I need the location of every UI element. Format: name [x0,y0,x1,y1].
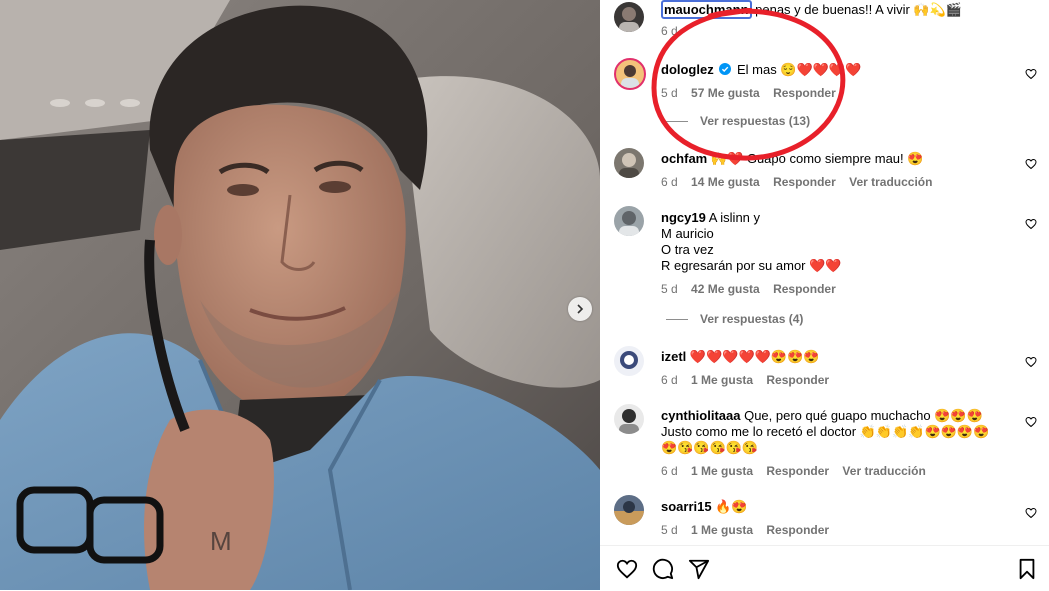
post-photo[interactable]: M [0,0,600,590]
avatar[interactable] [614,2,644,32]
comment-age: 5 d [661,282,678,296]
avatar[interactable] [614,346,644,376]
avatar[interactable] [614,206,644,236]
view-replies-label: Ver respuestas (13) [700,114,811,128]
comment-username[interactable]: izetl [661,349,686,364]
replies-line [666,318,688,320]
comment-text: ❤️❤️❤️❤️❤️😍😍😍 [689,349,820,364]
heart-icon[interactable] [1025,218,1037,230]
reply-button[interactable]: Responder [766,464,829,478]
svg-text:M: M [210,526,232,556]
reply-button[interactable]: Responder [773,282,836,296]
reply-button[interactable]: Responder [773,86,836,100]
comment-likes[interactable]: 1 Me gusta [691,373,753,387]
comment-likes[interactable]: 42 Me gusta [691,282,760,296]
avatar[interactable] [614,58,646,90]
comment-age: 5 d [661,523,678,537]
comment-age: 5 d [661,86,678,100]
chevron-right-icon [577,304,584,314]
verified-icon [719,63,732,75]
avatar[interactable] [614,148,644,178]
reply-button[interactable]: Responder [773,175,836,189]
heart-icon[interactable] [1025,158,1037,170]
comment-username[interactable]: ngcy19 [661,210,706,225]
avatar[interactable] [614,495,644,525]
reply-button[interactable]: Responder [766,373,829,387]
caption-text: penas y de buenas!! A vivir 🙌💫🎬 [755,2,962,17]
comment-username[interactable]: ochfam [661,151,707,166]
comment-age: 6 d [661,373,678,387]
comment-icon[interactable] [652,558,674,580]
caption-age: 6 d [661,24,678,38]
heart-icon[interactable] [1025,507,1037,519]
comment-likes[interactable]: 1 Me gusta [691,523,753,537]
translate-button[interactable]: Ver traducción [842,464,925,478]
comment-likes[interactable]: 14 Me gusta [691,175,760,189]
comment-likes[interactable]: 57 Me gusta [691,86,760,100]
avatar[interactable] [614,404,644,434]
heart-icon[interactable] [1025,68,1037,80]
post-photo-image: M [0,0,600,590]
replies-line [666,120,688,122]
share-icon[interactable] [688,558,710,580]
next-photo-button[interactable] [568,297,592,321]
view-replies-label: Ver respuestas (4) [700,312,804,326]
comment-text: 🔥😍 [715,499,748,514]
heart-icon[interactable] [1025,416,1037,428]
comment-text: El mas 😌❤️❤️❤️❤️ [736,62,862,77]
translate-button[interactable]: Ver traducción [849,175,932,189]
view-replies-button[interactable]: Ver respuestas (13) [666,114,810,128]
comment-username[interactable]: soarri15 [661,499,712,514]
bookmark-icon[interactable] [1016,558,1038,580]
comment-username[interactable]: dologlez [661,62,714,77]
comment-age: 6 d [661,464,678,478]
view-replies-button[interactable]: Ver respuestas (4) [666,312,803,326]
reply-button[interactable]: Responder [766,523,829,537]
caption-username[interactable]: mauochmann [661,0,752,19]
heart-icon[interactable] [1025,356,1037,368]
comment-text: 🙌❤️ Guapo como siempre mau! 😍 [710,151,924,166]
comments-list[interactable]: mauochmann penas y de buenas!! A vivir 🙌… [600,0,1049,545]
comment-likes[interactable]: 1 Me gusta [691,464,753,478]
heart-icon[interactable] [616,558,638,580]
comments-panel: mauochmann penas y de buenas!! A vivir 🙌… [600,0,1049,590]
comment-age: 6 d [661,175,678,189]
comment-username[interactable]: cynthiolitaaa [661,408,740,423]
post-actions-bar [600,545,1049,591]
